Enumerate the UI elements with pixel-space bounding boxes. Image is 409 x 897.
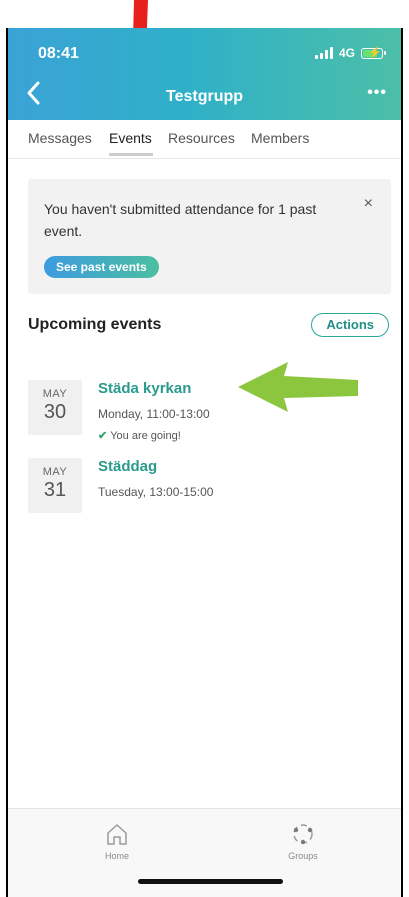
event-title[interactable]: Städa kyrkan [98, 380, 191, 397]
actions-button[interactable]: Actions [311, 313, 389, 337]
annotation-arrow-green [238, 362, 358, 412]
battery-icon: ⚡ [361, 47, 386, 59]
status-time: 08:41 [38, 45, 79, 62]
tab-bar: Messages Events Resources Members [8, 120, 401, 159]
tab-resources[interactable]: Resources [168, 130, 235, 146]
upcoming-events-heading: Upcoming events [28, 316, 162, 333]
tab-events[interactable]: Events [109, 130, 152, 146]
home-icon [107, 824, 127, 845]
event-time: Monday, 11:00-13:00 [98, 407, 210, 421]
nav-home[interactable]: Home [77, 821, 157, 861]
event-day: 30 [43, 401, 67, 423]
nav-groups-label: Groups [288, 851, 318, 861]
close-icon[interactable]: × [364, 195, 373, 213]
more-options-icon[interactable]: ••• [367, 84, 387, 102]
attendance-status: ✔ You are going! [98, 429, 181, 442]
tab-members[interactable]: Members [251, 130, 309, 146]
see-past-events-button[interactable]: See past events [44, 256, 159, 278]
nav-groups[interactable]: Groups [263, 821, 343, 861]
home-indicator [138, 879, 283, 884]
active-tab-indicator [109, 153, 153, 156]
nav-home-label: Home [104, 851, 129, 861]
app-header: 08:41 4G ⚡ Testgrupp ••• [8, 28, 401, 120]
signal-icon [314, 47, 333, 59]
tab-messages[interactable]: Messages [28, 130, 92, 146]
status-indicators: 4G ⚡ [314, 46, 386, 60]
check-icon: ✔ [98, 430, 108, 442]
event-month: MAY [42, 388, 68, 400]
event-item[interactable]: MAY 31 Städdag Tuesday, 13:00-15:00 [28, 458, 391, 518]
event-month: MAY [42, 466, 68, 478]
page-title: Testgrupp [165, 88, 244, 105]
event-date-badge: MAY 31 [28, 458, 82, 513]
banner-message: You haven't submitted attendance for 1 p… [44, 201, 317, 239]
event-time: Tuesday, 13:00-15:00 [98, 485, 214, 499]
attendance-status-text: You are going! [110, 430, 181, 442]
events-content: You haven't submitted attendance for 1 p… [8, 159, 401, 807]
event-day: 31 [43, 479, 67, 501]
attendance-banner: You haven't submitted attendance for 1 p… [28, 179, 391, 294]
phone-frame: 08:41 4G ⚡ Testgrupp ••• Messages Events… [6, 28, 403, 897]
event-title[interactable]: Städdag [98, 458, 157, 475]
event-date-badge: MAY 30 [28, 380, 82, 435]
groups-icon [293, 824, 313, 845]
network-label: 4G [338, 46, 355, 60]
